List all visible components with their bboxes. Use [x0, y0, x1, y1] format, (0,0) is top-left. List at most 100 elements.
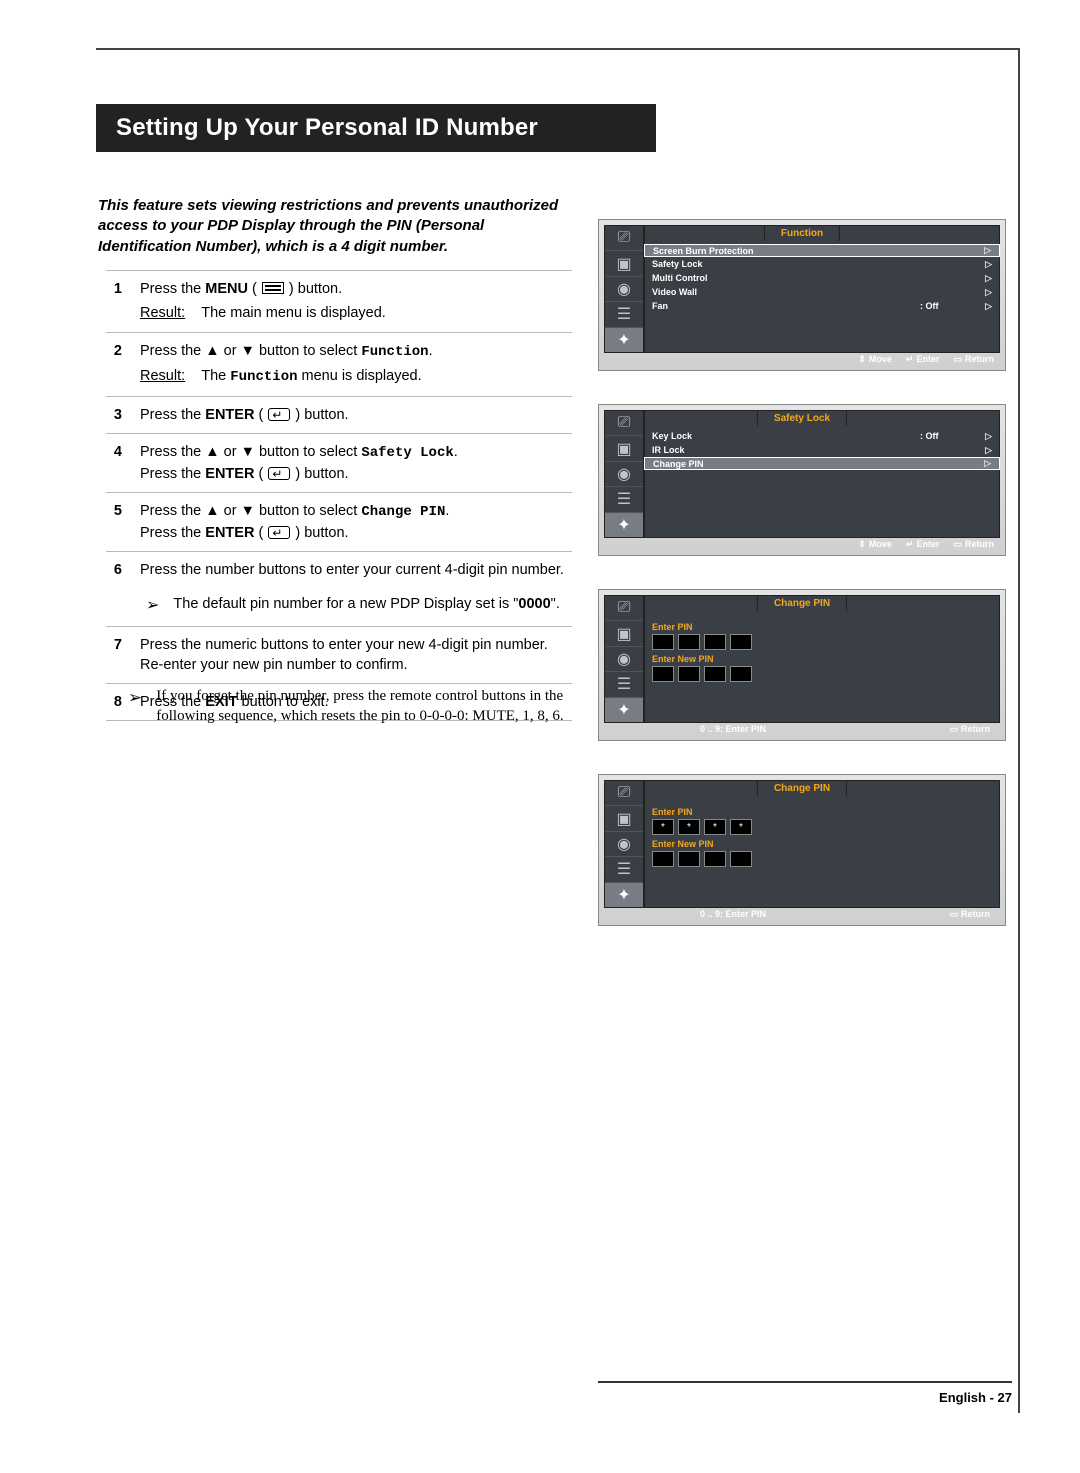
sidebar-icon-setup: ☰	[605, 672, 643, 697]
step-num: 3	[106, 405, 122, 425]
step-num: 6	[106, 560, 122, 580]
sidebar-icon-picture: ▣	[605, 621, 643, 646]
step-body: Press the number buttons to enter your c…	[140, 560, 572, 580]
sidebar-icon-function: ✦	[605, 698, 643, 722]
osd-footer: ⇕ Move ↵ Enter ▭ Return	[644, 353, 1000, 365]
osd-body: Enter PIN Enter New PIN	[644, 612, 1000, 723]
step-6: 6 Press the number buttons to enter your…	[106, 551, 572, 588]
enter-pin-label: Enter PIN	[652, 807, 1000, 817]
note-arrow-icon: ➢	[146, 595, 159, 617]
sidebar-icon-sound: ◉	[605, 462, 643, 487]
sidebar-icon-sound: ◉	[605, 647, 643, 672]
osd-item: IR Lock▷	[644, 443, 1000, 457]
pin-box: *	[678, 819, 700, 835]
sidebar-icon-input: ⎚	[605, 781, 643, 806]
step-6-note: ➢ The default pin number for a new PDP D…	[106, 588, 572, 625]
osd-item: Video Wall▷	[644, 285, 1000, 299]
sidebar-icon-input: ⎚	[605, 411, 643, 436]
osd-item: Multi Control▷	[644, 271, 1000, 285]
step-num: 7	[106, 635, 122, 676]
pin-box	[730, 634, 752, 650]
step-num: 8	[106, 692, 122, 712]
pin-box	[652, 634, 674, 650]
step-7: 7 Press the numeric buttons to enter you…	[106, 626, 572, 684]
enter-icon	[268, 408, 290, 421]
pin-row	[652, 666, 1000, 682]
osd-function-menu: ⎚ ▣ ◉ ☰ ✦ Function Screen Burn Protectio…	[598, 219, 1006, 371]
page-title: Setting Up Your Personal ID Number	[116, 114, 538, 142]
osd-list: Key Lock: Off▷ IR Lock▷ Change PIN▷	[644, 427, 1000, 538]
sidebar-icon-setup: ☰	[605, 302, 643, 327]
sidebar-icon-input: ⎚	[605, 596, 643, 621]
pin-box	[652, 666, 674, 682]
osd-change-pin-empty: ⎚ ▣ ◉ ☰ ✦ Change PIN Enter PIN Enter New…	[598, 589, 1006, 741]
osd-item: Safety Lock▷	[644, 257, 1000, 271]
step-3: 3 Press the ENTER ( ) button.	[106, 396, 572, 433]
note-arrow-icon: ➢	[128, 687, 142, 710]
steps-list: 1 Press the MENU ( ) button. Result: The…	[106, 270, 572, 721]
step-body: Press the numeric buttons to enter your …	[140, 635, 572, 676]
enter-icon	[268, 467, 290, 480]
page-border-top	[96, 48, 1020, 50]
osd-title: Function	[764, 225, 840, 241]
osd-footer: 0 .. 9: Enter PIN ▭ Return	[644, 908, 1000, 920]
new-pin-label: Enter New PIN	[652, 654, 1000, 664]
osd-list: Screen Burn Protection▷ Safety Lock▷ Mul…	[644, 242, 1000, 353]
osd-sidebar: ⎚ ▣ ◉ ☰ ✦	[604, 410, 644, 538]
step-body: Press the ▲ or ▼ button to select Safety…	[140, 442, 572, 484]
sidebar-icon-input: ⎚	[605, 226, 643, 251]
pin-box: *	[652, 819, 674, 835]
osd-item: Key Lock: Off▷	[644, 429, 1000, 443]
sidebar-icon-picture: ▣	[605, 806, 643, 831]
pin-box	[678, 634, 700, 650]
sidebar-icon-picture: ▣	[605, 251, 643, 276]
step-2: 2 Press the ▲ or ▼ button to select Func…	[106, 332, 572, 396]
pin-row	[652, 851, 1000, 867]
step-num: 4	[106, 442, 122, 484]
pin-box	[704, 634, 726, 650]
osd-sidebar: ⎚ ▣ ◉ ☰ ✦	[604, 595, 644, 723]
sidebar-icon-function: ✦	[605, 328, 643, 352]
osd-title: Safety Lock	[757, 410, 847, 426]
sidebar-icon-setup: ☰	[605, 857, 643, 882]
sidebar-icon-picture: ▣	[605, 436, 643, 461]
enter-pin-label: Enter PIN	[652, 622, 1000, 632]
pin-box	[678, 666, 700, 682]
osd-change-pin-filled: ⎚ ▣ ◉ ☰ ✦ Change PIN Enter PIN * * * * E…	[598, 774, 1006, 926]
osd-footer: 0 .. 9: Enter PIN ▭ Return	[644, 723, 1000, 735]
pin-row	[652, 634, 1000, 650]
pin-box	[730, 666, 752, 682]
step-num: 2	[106, 341, 122, 388]
osd-title: Change PIN	[757, 595, 847, 611]
intro-text: This feature sets viewing restrictions a…	[98, 196, 572, 257]
sidebar-icon-setup: ☰	[605, 487, 643, 512]
enter-icon	[268, 526, 290, 539]
step-4: 4 Press the ▲ or ▼ button to select Safe…	[106, 433, 572, 492]
pin-row: * * * *	[652, 819, 1000, 835]
menu-icon	[262, 282, 284, 294]
pin-box: *	[704, 819, 726, 835]
footer-line	[598, 1381, 1012, 1383]
pin-box	[704, 851, 726, 867]
step-num: 5	[106, 501, 122, 543]
new-pin-label: Enter New PIN	[652, 839, 1000, 849]
step-body: Press the ENTER ( ) button.	[140, 405, 572, 425]
pin-box	[704, 666, 726, 682]
pin-box	[652, 851, 674, 867]
osd-safety-lock-menu: ⎚ ▣ ◉ ☰ ✦ Safety Lock Key Lock: Off▷ IR …	[598, 404, 1006, 556]
osd-footer: ⇕ Move ↵ Enter ▭ Return	[644, 538, 1000, 550]
osd-body: Enter PIN * * * * Enter New PIN	[644, 797, 1000, 908]
sidebar-icon-function: ✦	[605, 883, 643, 907]
osd-sidebar: ⎚ ▣ ◉ ☰ ✦	[604, 780, 644, 908]
osd-item: Change PIN▷	[644, 457, 1000, 470]
osd-item: Screen Burn Protection▷	[644, 244, 1000, 257]
page-number: English - 27	[939, 1390, 1012, 1405]
step-body: Press the ▲ or ▼ button to select Change…	[140, 501, 572, 543]
sidebar-icon-function: ✦	[605, 513, 643, 537]
forget-note: ➢ If you forget the pin number, press th…	[128, 686, 580, 727]
osd-title: Change PIN	[757, 780, 847, 796]
pin-box	[730, 851, 752, 867]
step-5: 5 Press the ▲ or ▼ button to select Chan…	[106, 492, 572, 551]
step-body: Press the MENU ( ) button. Result: The m…	[140, 279, 572, 324]
step-body: Press the ▲ or ▼ button to select Functi…	[140, 341, 572, 388]
